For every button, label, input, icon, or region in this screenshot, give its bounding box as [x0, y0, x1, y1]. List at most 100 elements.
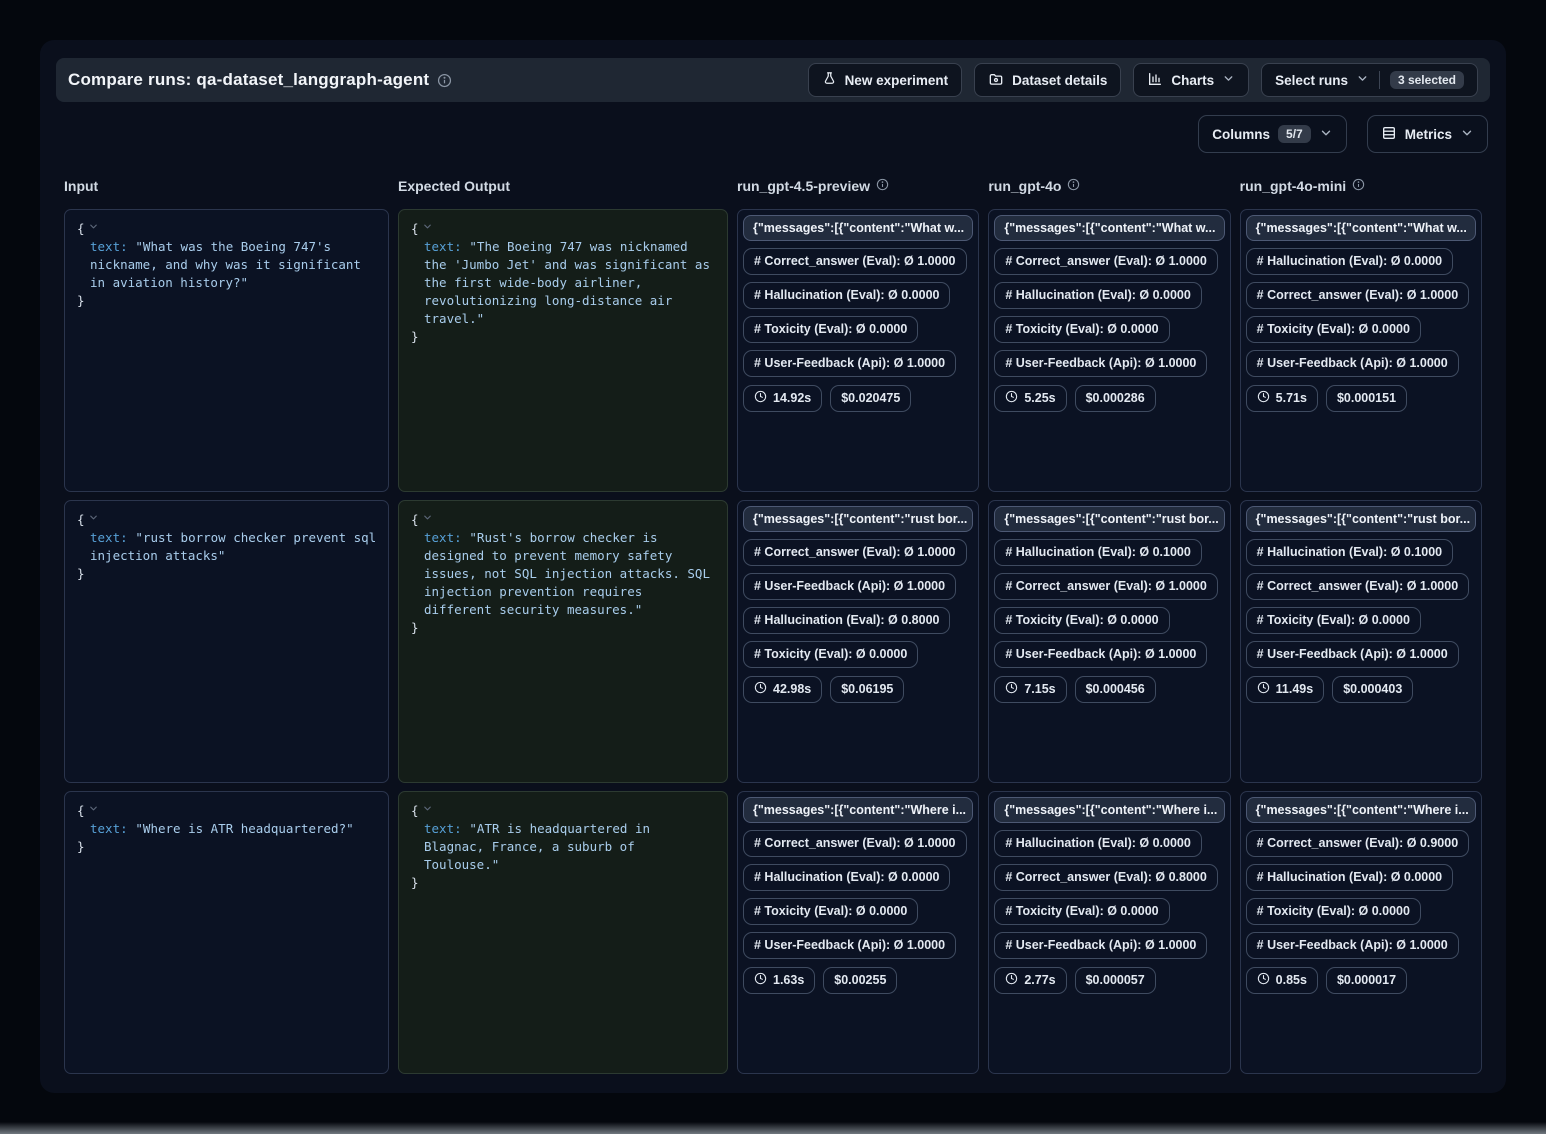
metric-badge[interactable]: # Correct_answer (Eval): Ø 1.0000: [1246, 573, 1470, 600]
metric-badge[interactable]: # User-Feedback (Api): Ø 1.0000: [994, 932, 1207, 959]
cost-badge[interactable]: $0.000456: [1075, 676, 1156, 704]
latency-cost-row: 5.71s $0.000151: [1246, 385, 1407, 413]
latency-cost-row: 1.63s $0.00255: [743, 967, 897, 995]
column-header-run-gpt-4-5-preview: run_gpt-4.5-preview: [737, 178, 979, 194]
cost-badge[interactable]: $0.000057: [1075, 967, 1156, 995]
latency-badge[interactable]: 42.98s: [743, 676, 822, 704]
latency-badge[interactable]: 5.71s: [1246, 385, 1318, 413]
metric-badge[interactable]: # Correct_answer (Eval): Ø 1.0000: [994, 573, 1218, 600]
latency-badge[interactable]: 1.63s: [743, 967, 815, 995]
metric-badge[interactable]: # Toxicity (Eval): Ø 0.0000: [1246, 607, 1421, 634]
info-icon[interactable]: [876, 178, 889, 194]
info-icon[interactable]: [437, 73, 452, 88]
expected-output-cell[interactable]: { text:"Rust's borrow checker is designe…: [398, 500, 728, 783]
new-experiment-button[interactable]: New experiment: [808, 63, 963, 97]
metric-badge[interactable]: # User-Feedback (Api): Ø 1.0000: [1246, 641, 1459, 668]
metric-badge[interactable]: # Hallucination (Eval): Ø 0.1000: [994, 539, 1201, 566]
page-header: Compare runs: qa-dataset_langgraph-agent…: [56, 58, 1490, 102]
metric-badge[interactable]: # Toxicity (Eval): Ø 0.0000: [994, 898, 1169, 925]
input-cell[interactable]: { text:"rust borrow checker prevent sql …: [64, 500, 389, 783]
run-cell-gpt-4o: {"messages":[{"content":"Where i... # Ha…: [988, 791, 1230, 1074]
input-cell[interactable]: { text:"Where is ATR headquartered?" }: [64, 791, 389, 1074]
expected-output-cell[interactable]: { text:"ATR is headquartered in Blagnac,…: [398, 791, 728, 1074]
collapse-chevron-icon[interactable]: [422, 220, 433, 235]
collapse-chevron-icon[interactable]: [422, 802, 433, 817]
trace-preview-chip[interactable]: {"messages":[{"content":"Where i...: [743, 797, 973, 823]
metric-badge[interactable]: # Hallucination (Eval): Ø 0.0000: [994, 282, 1201, 309]
latency-badge[interactable]: 5.25s: [994, 385, 1066, 413]
metric-badge[interactable]: # Toxicity (Eval): Ø 0.0000: [994, 316, 1169, 343]
trace-preview-chip[interactable]: {"messages":[{"content":"rust bor...: [743, 506, 973, 532]
code-body: text:"Rust's borrow checker is designed …: [411, 529, 717, 619]
latency-badge[interactable]: 0.85s: [1246, 967, 1318, 995]
columns-button[interactable]: Columns 5/7: [1198, 115, 1346, 153]
metric-badge[interactable]: # Correct_answer (Eval): Ø 1.0000: [743, 248, 967, 275]
trace-preview-chip[interactable]: {"messages":[{"content":"What w...: [1246, 215, 1476, 241]
compare-runs-panel: Compare runs: qa-dataset_langgraph-agent…: [40, 40, 1506, 1093]
metric-badge[interactable]: # User-Feedback (Api): Ø 1.0000: [743, 932, 956, 959]
cost-badge[interactable]: $0.000286: [1075, 385, 1156, 413]
select-runs-button[interactable]: Select runs 3 selected: [1261, 63, 1478, 97]
trace-preview-chip[interactable]: {"messages":[{"content":"What w...: [994, 215, 1224, 241]
collapse-chevron-icon[interactable]: [88, 511, 99, 526]
latency-badge[interactable]: 2.77s: [994, 967, 1066, 995]
metric-badge[interactable]: # Hallucination (Eval): Ø 0.1000: [1246, 539, 1453, 566]
metric-badge[interactable]: # Hallucination (Eval): Ø 0.8000: [743, 607, 950, 634]
cost-badge[interactable]: $0.000151: [1326, 385, 1407, 413]
metric-badge[interactable]: # Correct_answer (Eval): Ø 0.9000: [1246, 830, 1470, 857]
metric-badge[interactable]: # Correct_answer (Eval): Ø 1.0000: [994, 248, 1218, 275]
code-body: text:"Where is ATR headquartered?": [77, 820, 378, 838]
metric-badge[interactable]: # Correct_answer (Eval): Ø 1.0000: [743, 830, 967, 857]
trace-preview-chip[interactable]: {"messages":[{"content":"Where i...: [994, 797, 1224, 823]
metric-badge[interactable]: # User-Feedback (Api): Ø 1.0000: [994, 350, 1207, 377]
cost-badge[interactable]: $0.06195: [830, 676, 904, 704]
collapse-chevron-icon[interactable]: [88, 220, 99, 235]
dataset-details-button[interactable]: Dataset details: [974, 63, 1121, 97]
metric-badge[interactable]: # User-Feedback (Api): Ø 1.0000: [743, 573, 956, 600]
metric-badge[interactable]: # Hallucination (Eval): Ø 0.0000: [743, 282, 950, 309]
metric-badge[interactable]: # Hallucination (Eval): Ø 0.0000: [1246, 864, 1453, 891]
metric-badge[interactable]: # Toxicity (Eval): Ø 0.0000: [994, 607, 1169, 634]
metric-badge[interactable]: # Hallucination (Eval): Ø 0.0000: [743, 864, 950, 891]
code-open-line: {: [77, 219, 378, 238]
collapse-chevron-icon[interactable]: [88, 802, 99, 817]
metric-badge[interactable]: # User-Feedback (Api): Ø 1.0000: [743, 350, 956, 377]
table-row: { text:"Where is ATR headquartered?" } {…: [56, 791, 1490, 1074]
metric-badge[interactable]: # Toxicity (Eval): Ø 0.0000: [743, 898, 918, 925]
latency-badge[interactable]: 11.49s: [1246, 676, 1325, 704]
cost-badge[interactable]: $0.020475: [830, 385, 911, 413]
metric-badge[interactable]: # Hallucination (Eval): Ø 0.0000: [994, 830, 1201, 857]
clock-icon: [1005, 972, 1018, 990]
metric-badge[interactable]: # Correct_answer (Eval): Ø 1.0000: [743, 539, 967, 566]
trace-preview-chip[interactable]: {"messages":[{"content":"rust bor...: [994, 506, 1224, 532]
metric-badge[interactable]: # User-Feedback (Api): Ø 1.0000: [1246, 350, 1459, 377]
info-icon[interactable]: [1067, 178, 1080, 194]
metric-badge[interactable]: # Toxicity (Eval): Ø 0.0000: [743, 316, 918, 343]
metric-badge[interactable]: # Toxicity (Eval): Ø 0.0000: [743, 641, 918, 668]
trace-preview-chip[interactable]: {"messages":[{"content":"rust bor...: [1246, 506, 1476, 532]
trace-preview-chip[interactable]: {"messages":[{"content":"What w...: [743, 215, 973, 241]
metric-badge[interactable]: # Toxicity (Eval): Ø 0.0000: [1246, 316, 1421, 343]
metric-badge[interactable]: # User-Feedback (Api): Ø 1.0000: [1246, 932, 1459, 959]
metric-badge[interactable]: # Correct_answer (Eval): Ø 1.0000: [1246, 282, 1470, 309]
latency-badge[interactable]: 7.15s: [994, 676, 1066, 704]
metric-badge[interactable]: # Hallucination (Eval): Ø 0.0000: [1246, 248, 1453, 275]
expected-output-cell[interactable]: { text:"The Boeing 747 was nicknamed the…: [398, 209, 728, 492]
metrics-button[interactable]: Metrics: [1367, 115, 1488, 153]
collapse-chevron-icon[interactable]: [422, 511, 433, 526]
cost-badge[interactable]: $0.000017: [1326, 967, 1407, 995]
chevron-down-icon: [1356, 72, 1369, 88]
charts-label: Charts: [1171, 73, 1214, 88]
trace-preview-chip[interactable]: {"messages":[{"content":"Where i...: [1246, 797, 1476, 823]
info-icon[interactable]: [1352, 178, 1365, 194]
charts-button[interactable]: Charts: [1133, 63, 1249, 97]
column-header-input: Input: [64, 178, 389, 194]
input-cell[interactable]: { text:"What was the Boeing 747's nickna…: [64, 209, 389, 492]
cost-badge[interactable]: $0.00255: [823, 967, 897, 995]
latency-badge[interactable]: 14.92s: [743, 385, 822, 413]
cost-badge[interactable]: $0.000403: [1332, 676, 1413, 704]
metric-badge[interactable]: # User-Feedback (Api): Ø 1.0000: [994, 641, 1207, 668]
metric-badge[interactable]: # Correct_answer (Eval): Ø 0.8000: [994, 864, 1218, 891]
metric-badge[interactable]: # Toxicity (Eval): Ø 0.0000: [1246, 898, 1421, 925]
run-cell-gpt-4-5-preview: {"messages":[{"content":"rust bor... # C…: [737, 500, 979, 783]
